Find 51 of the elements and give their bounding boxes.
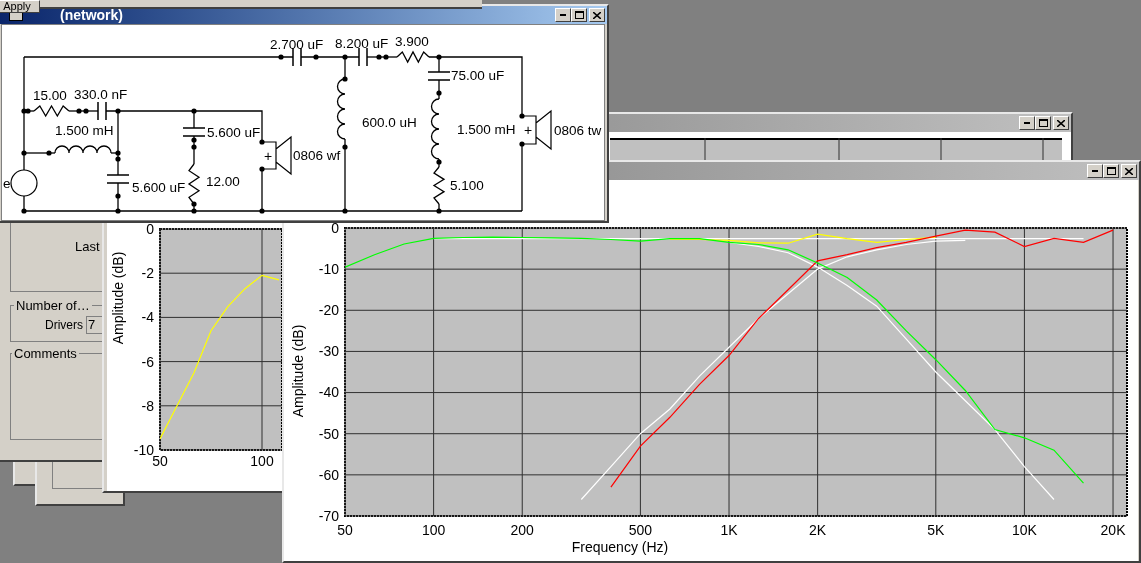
tick-label: 0 — [331, 219, 339, 236]
component-value: 75.00 uF — [451, 68, 505, 83]
tick-label: -30 — [318, 343, 339, 360]
component-value: 1.500 mH — [55, 123, 114, 138]
component-value: 2.700 uF — [270, 37, 324, 52]
tick-label: 0 — [146, 222, 154, 237]
component-value: 0806 wf — [293, 148, 341, 163]
component-value: 3.900 — [395, 34, 429, 49]
component-value: 330.0 nF — [74, 87, 128, 102]
window-title: (network) — [60, 5, 123, 25]
component-value: 5.100 — [450, 178, 484, 193]
tick-label: -2 — [141, 265, 154, 282]
field-label: Drivers — [45, 316, 83, 334]
component-value: 0806 tw — [554, 123, 602, 138]
tick-label: -20 — [318, 302, 339, 319]
component-value: 600.0 uH — [362, 115, 417, 130]
component-value: 1.500 mH — [457, 122, 516, 137]
polarity-mark: + — [264, 147, 273, 164]
tick-label: -60 — [318, 466, 339, 483]
tick-label: 50 — [337, 522, 353, 538]
tick-label: 100 — [421, 522, 446, 538]
component-value: 8.200 uF — [335, 36, 389, 51]
tick-label: 20K — [1100, 522, 1126, 538]
tick-label: -6 — [141, 353, 154, 370]
group-title: Number of… — [15, 297, 91, 315]
tick-label: 2K — [809, 522, 827, 538]
tick-label: 50 — [152, 453, 168, 469]
component-value: 15.00 — [33, 88, 67, 103]
tick-label: -8 — [141, 397, 154, 414]
tick-label: 100 — [250, 453, 274, 469]
tick-label: 200 — [510, 522, 534, 538]
polarity-mark: + — [524, 122, 533, 138]
tick-label: -10 — [318, 261, 339, 278]
tick-label: -10 — [133, 441, 154, 458]
tick-label: 5K — [927, 522, 945, 538]
component-value: e — [3, 176, 11, 191]
component-value: 5.600 uF — [207, 125, 261, 140]
component-value: 5.600 uF — [132, 180, 186, 195]
axis-title: Amplitude (dB) — [290, 324, 306, 418]
tick-label: -50 — [318, 425, 339, 442]
tick-label: -70 — [318, 507, 339, 524]
tick-label: 500 — [628, 522, 653, 538]
tick-label: 1K — [720, 522, 738, 538]
tick-label: -4 — [141, 309, 154, 326]
tick-label: -40 — [318, 384, 339, 401]
tick-label: 10K — [1011, 522, 1037, 538]
axis-title: Amplitude (dB) — [110, 251, 126, 345]
component-value: 12.00 — [206, 174, 240, 189]
group-title: Comments — [13, 345, 78, 363]
axis-title: Frequency (Hz) — [571, 539, 669, 555]
field-label: Last — [75, 239, 100, 254]
